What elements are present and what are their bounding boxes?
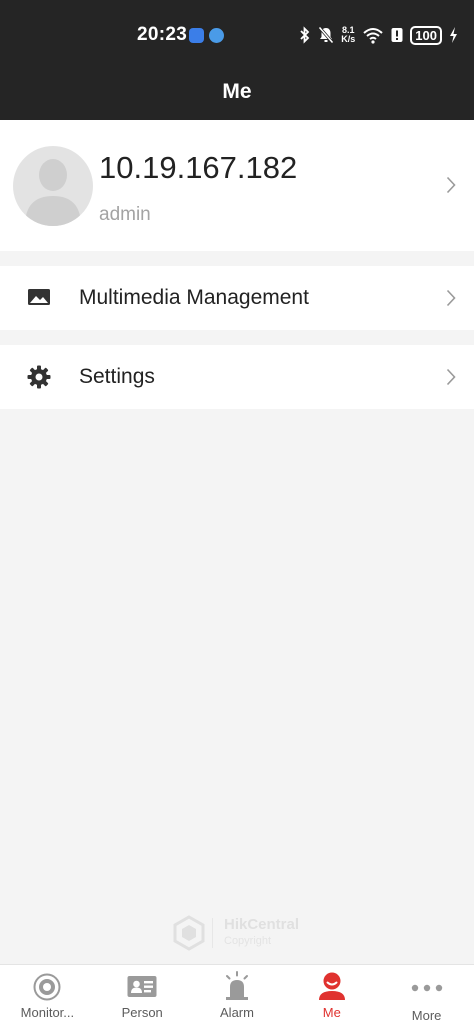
avatar xyxy=(13,146,93,226)
tab-alarm[interactable]: Alarm xyxy=(190,965,285,1027)
notification-app-icon xyxy=(189,28,204,43)
tab-label: Person xyxy=(121,1005,163,1020)
wifi-icon xyxy=(363,28,383,44)
tab-me[interactable]: Me xyxy=(284,965,379,1027)
server-address: 10.19.167.182 xyxy=(99,150,298,185)
tab-label: Monitor... xyxy=(20,1005,75,1020)
watermark-divider xyxy=(212,918,213,948)
user-icon xyxy=(318,972,345,1000)
status-icons: 8.1 K/s 100 xyxy=(299,24,458,46)
page-title: Me xyxy=(222,80,252,103)
chevron-right-icon xyxy=(446,289,456,307)
bell-muted-icon xyxy=(318,26,334,44)
charging-icon xyxy=(450,27,457,43)
menu-item-settings[interactable]: Settings xyxy=(0,345,474,409)
id-card-icon xyxy=(127,976,157,997)
watermark-brand: HikCentral xyxy=(224,916,300,933)
tab-label: More xyxy=(411,1008,442,1023)
siren-icon xyxy=(225,971,248,1000)
network-speed: 8.1 K/s xyxy=(341,25,356,44)
status-time: 20:23 xyxy=(137,24,188,45)
tab-monitor[interactable]: Monitor... xyxy=(0,965,95,1027)
tab-label: Alarm xyxy=(220,1005,254,1020)
title-bar: Me xyxy=(0,64,474,120)
tab-more[interactable]: More xyxy=(379,965,474,1027)
profile-card[interactable]: 10.19.167.182 admin xyxy=(0,120,474,251)
chevron-right-icon xyxy=(446,176,456,194)
more-icon xyxy=(411,984,442,992)
username: admin xyxy=(99,204,151,225)
image-icon xyxy=(28,289,50,305)
tab-label: Me xyxy=(322,1005,341,1020)
bottom-tab-bar: Monitor... Person Alarm Me More xyxy=(0,964,474,1027)
bluetooth-icon xyxy=(300,26,310,44)
gear-icon xyxy=(27,365,51,389)
menu-item-multimedia[interactable]: Multimedia Management xyxy=(0,266,474,330)
notification-browser-icon xyxy=(209,28,224,43)
status-bar: 20:23 8.1 K/s 100 xyxy=(0,0,474,64)
user-silhouette-icon xyxy=(25,159,81,226)
hikcentral-logo-icon xyxy=(173,915,205,951)
camera-icon xyxy=(33,973,61,1001)
hikcentral-watermark: HikCentral Copyright xyxy=(170,914,320,952)
chevron-right-icon xyxy=(446,368,456,386)
tab-person[interactable]: Person xyxy=(95,965,190,1027)
alert-icon xyxy=(391,28,403,42)
menu-label: Multimedia Management xyxy=(79,286,309,309)
watermark-copyright: Copyright xyxy=(224,935,272,947)
menu-label: Settings xyxy=(79,365,155,388)
battery-indicator: 100 xyxy=(410,25,442,45)
